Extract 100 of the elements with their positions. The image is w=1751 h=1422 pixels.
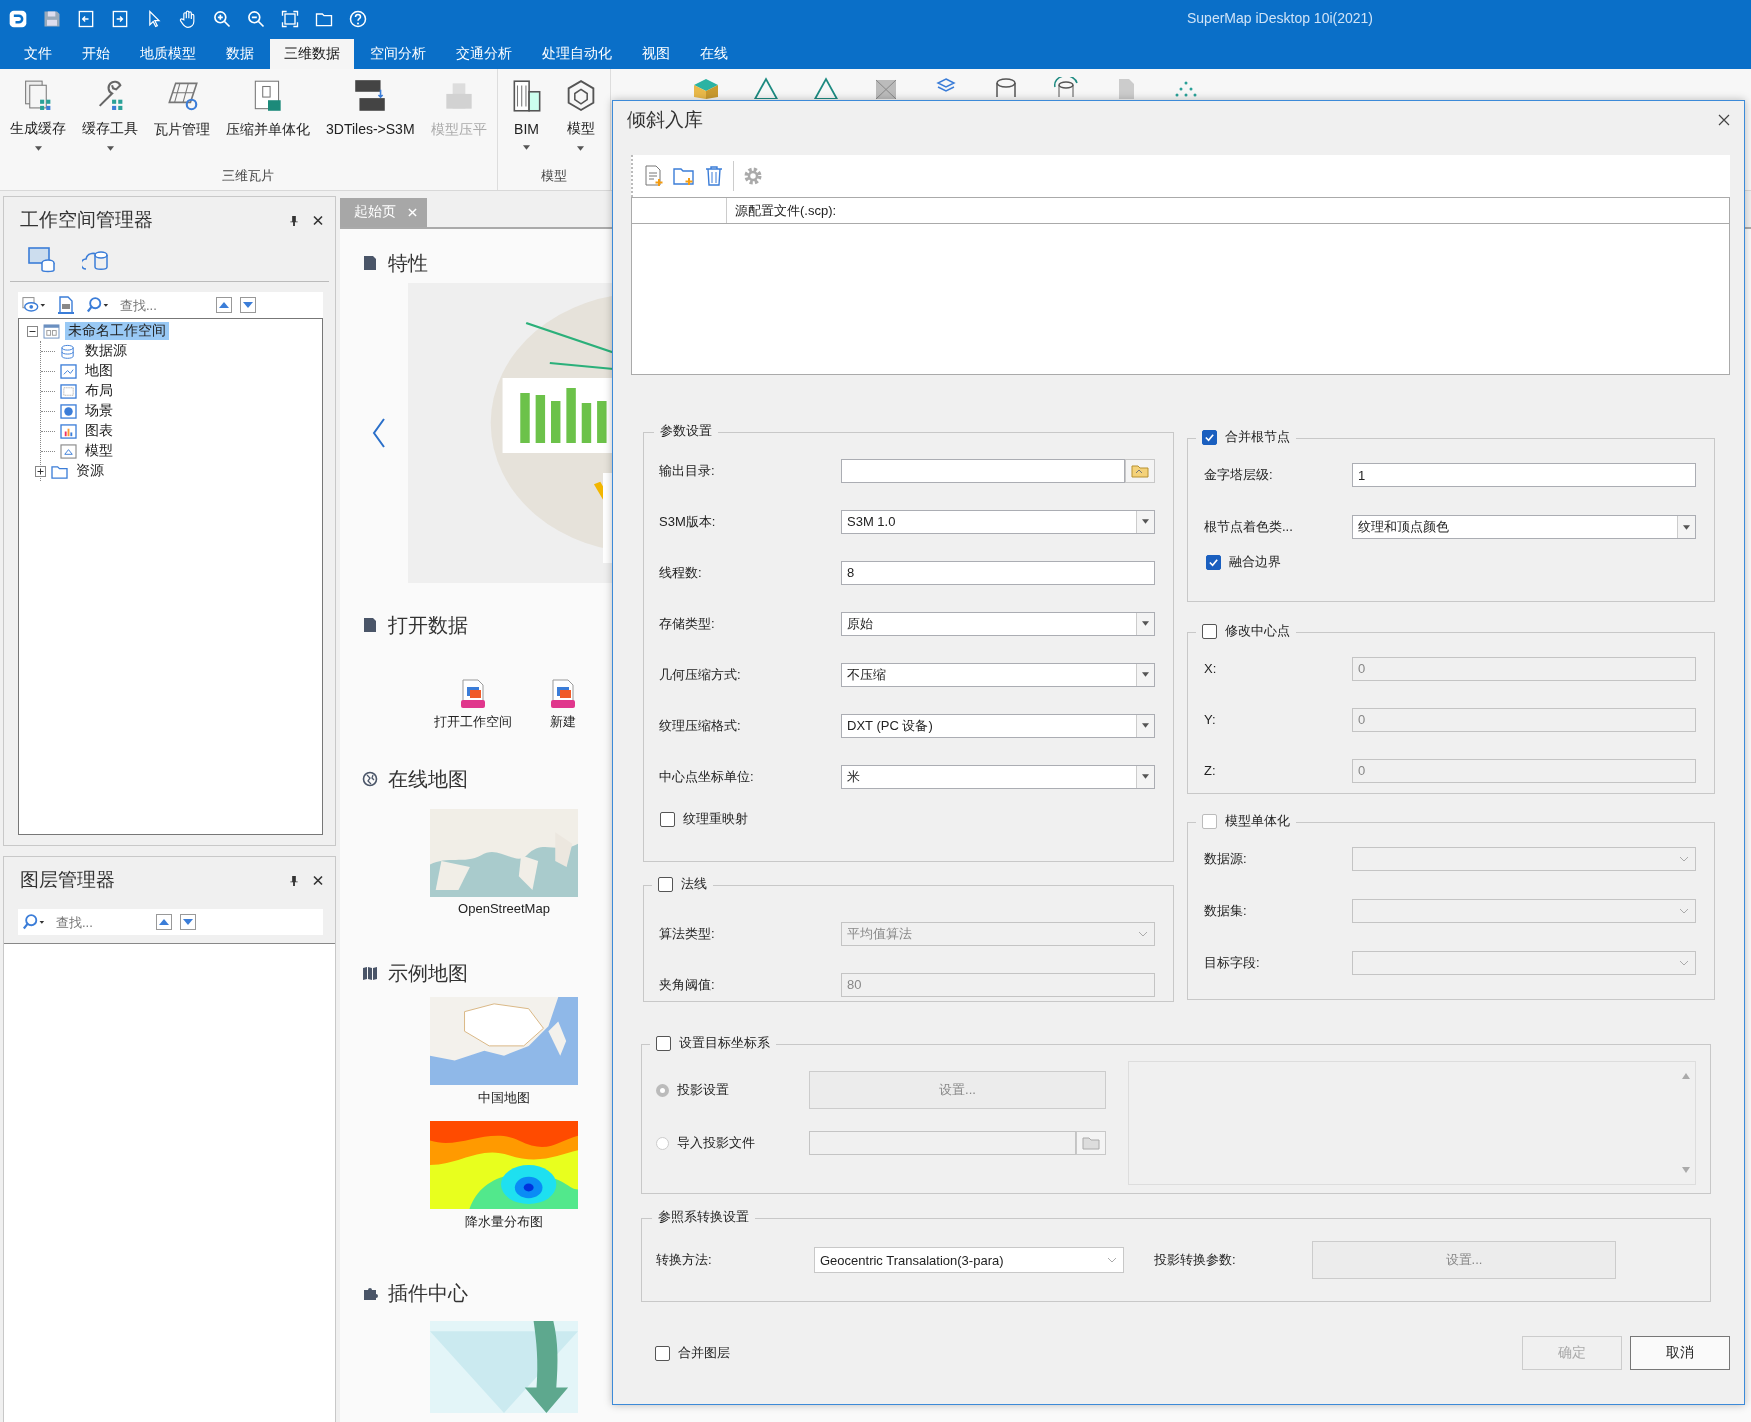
check-icon [1208, 556, 1219, 568]
menu-tab[interactable]: 交通分析 [442, 39, 526, 69]
expand-icon[interactable] [35, 465, 46, 477]
checkbox[interactable]: 合并根节点 [1196, 428, 1296, 446]
pin-icon[interactable] [289, 214, 299, 226]
menu-tab[interactable]: 处理自动化 [528, 39, 626, 69]
close-icon[interactable] [1718, 114, 1730, 126]
carousel-prev-icon[interactable] [372, 418, 386, 448]
move-down-icon[interactable] [180, 914, 196, 930]
tree-item[interactable]: 数据源 [82, 342, 130, 360]
import-icon[interactable] [76, 8, 96, 29]
ribbon-button[interactable]: 压缩并单体化 [222, 75, 314, 153]
checkbox[interactable]: 设置目标坐标系 [650, 1034, 776, 1052]
collapse-icon[interactable] [27, 325, 38, 337]
input-field[interactable]: 1 [1352, 463, 1696, 487]
item-label[interactable]: 中国地图 [478, 1089, 530, 1107]
ribbon-button[interactable]: 3DTiles->S3M [322, 75, 419, 153]
workspace-icon [43, 323, 60, 339]
workspace-file-icon[interactable] [548, 679, 578, 709]
checkbox[interactable]: 融合边界 [1206, 553, 1281, 571]
field-label: 中心点坐标单位: [659, 767, 755, 786]
menu-tab[interactable]: 地质模型 [126, 39, 210, 69]
panel-title: 工作空间管理器 [20, 208, 154, 232]
add-file-icon[interactable] [643, 165, 665, 187]
dropdown[interactable]: Geocentric Transalation(3-para) [814, 1247, 1124, 1273]
ribbon-button[interactable]: 瓦片管理 [150, 75, 214, 153]
item-label[interactable]: 打开工作空间 [434, 713, 512, 731]
field-label: 纹理压缩格式: [659, 716, 742, 735]
field-label: X: [1204, 661, 1218, 676]
layout-icon [60, 383, 77, 399]
checkbox[interactable]: 合并图层 [655, 1344, 1522, 1362]
tree-item[interactable]: 资源 [73, 462, 107, 480]
caret-icon [106, 146, 114, 151]
document-icon [364, 256, 376, 270]
checkbox[interactable]: 纹理重映射 [660, 810, 748, 828]
chevron-icon [1138, 930, 1148, 937]
item-label[interactable]: 降水量分布图 [465, 1213, 543, 1231]
tree-item[interactable]: 模型 [82, 442, 116, 460]
tree-item[interactable]: 布局 [82, 382, 116, 400]
menu-tab[interactable]: 在线 [686, 39, 742, 69]
menu-tab[interactable]: 视图 [628, 39, 684, 69]
move-up-icon[interactable] [216, 297, 232, 313]
add-folder-icon[interactable] [673, 165, 695, 187]
dropdown[interactable]: 米 [841, 764, 1155, 789]
window-title: SuperMap iDesktop 10i(2021) [1187, 10, 1373, 26]
dropdown[interactable]: 不压缩 [841, 662, 1155, 687]
ribbon-button[interactable]: BIM [503, 75, 550, 153]
move-up-icon[interactable] [156, 914, 172, 930]
dropdown[interactable]: 原始 [841, 611, 1155, 636]
eye-dropdown-icon[interactable] [22, 296, 46, 314]
ribbon-button[interactable]: 模型 [557, 75, 604, 153]
path-field[interactable] [841, 458, 1125, 483]
search-icon[interactable] [22, 913, 46, 931]
menu-tab[interactable]: 空间分析 [356, 39, 440, 69]
path-field[interactable] [809, 1131, 1076, 1155]
item-label[interactable]: OpenStreetMap [458, 901, 550, 916]
settings-icon[interactable] [742, 165, 764, 187]
workspace-data-icon[interactable] [28, 247, 56, 273]
delete-icon[interactable] [703, 165, 725, 187]
chevron-icon [1679, 960, 1689, 966]
pin-icon[interactable] [289, 874, 299, 886]
tree-item[interactable]: 地图 [82, 362, 116, 380]
search-icon[interactable] [86, 296, 110, 314]
export-icon[interactable] [110, 8, 130, 29]
dropdown[interactable]: DXT (PC 设备) [841, 713, 1155, 738]
zoom-in-icon[interactable] [212, 8, 232, 29]
ribbon-button[interactable]: 生成缓存 [6, 75, 70, 153]
caret-icon [1142, 621, 1149, 626]
item-label[interactable]: 新建 [550, 713, 576, 731]
input-field[interactable]: 8 [841, 560, 1155, 585]
field-label: 存储类型: [659, 614, 716, 633]
menu-tab[interactable]: 开始 [68, 39, 124, 69]
help-icon[interactable] [348, 8, 368, 29]
field-label: 算法类型: [659, 924, 716, 943]
menu-tab[interactable]: 数据 [212, 39, 268, 69]
move-down-icon[interactable] [240, 297, 256, 313]
tree-item[interactable]: 未命名工作空间 [65, 322, 169, 340]
chevron-icon [1107, 1257, 1117, 1263]
close-icon[interactable] [313, 874, 323, 886]
dialog-button[interactable]: 取消 [1630, 1336, 1730, 1370]
chevron-icon [1679, 856, 1689, 862]
zoom-out-icon[interactable] [246, 8, 266, 29]
checkbox[interactable]: 修改中心点 [1196, 622, 1296, 640]
full-extent-icon[interactable] [280, 8, 300, 29]
panel-title: 图层管理器 [20, 868, 116, 892]
dialog-title: 倾斜入库 [627, 108, 704, 132]
checkbox[interactable]: 法线 [652, 875, 713, 893]
ribbon-group-label: 模型 [540, 167, 567, 185]
ribbon-button[interactable]: 缓存工具 [78, 75, 142, 153]
tree-item[interactable]: 场景 [82, 402, 116, 420]
field-label: 数据集: [1204, 902, 1248, 920]
dropdown[interactable]: 纹理和顶点颜色 [1352, 515, 1696, 539]
menu-tab[interactable]: 文件 [10, 39, 66, 69]
menu-tab[interactable]: 三维数据 [270, 39, 354, 69]
chart-icon [60, 423, 77, 439]
workspace-file-icon[interactable] [458, 679, 488, 709]
app-logo-icon[interactable] [8, 8, 28, 29]
close-icon[interactable] [313, 214, 323, 226]
dropdown[interactable]: S3M 1.0 [841, 509, 1155, 534]
tree-item[interactable]: 图表 [82, 422, 116, 440]
